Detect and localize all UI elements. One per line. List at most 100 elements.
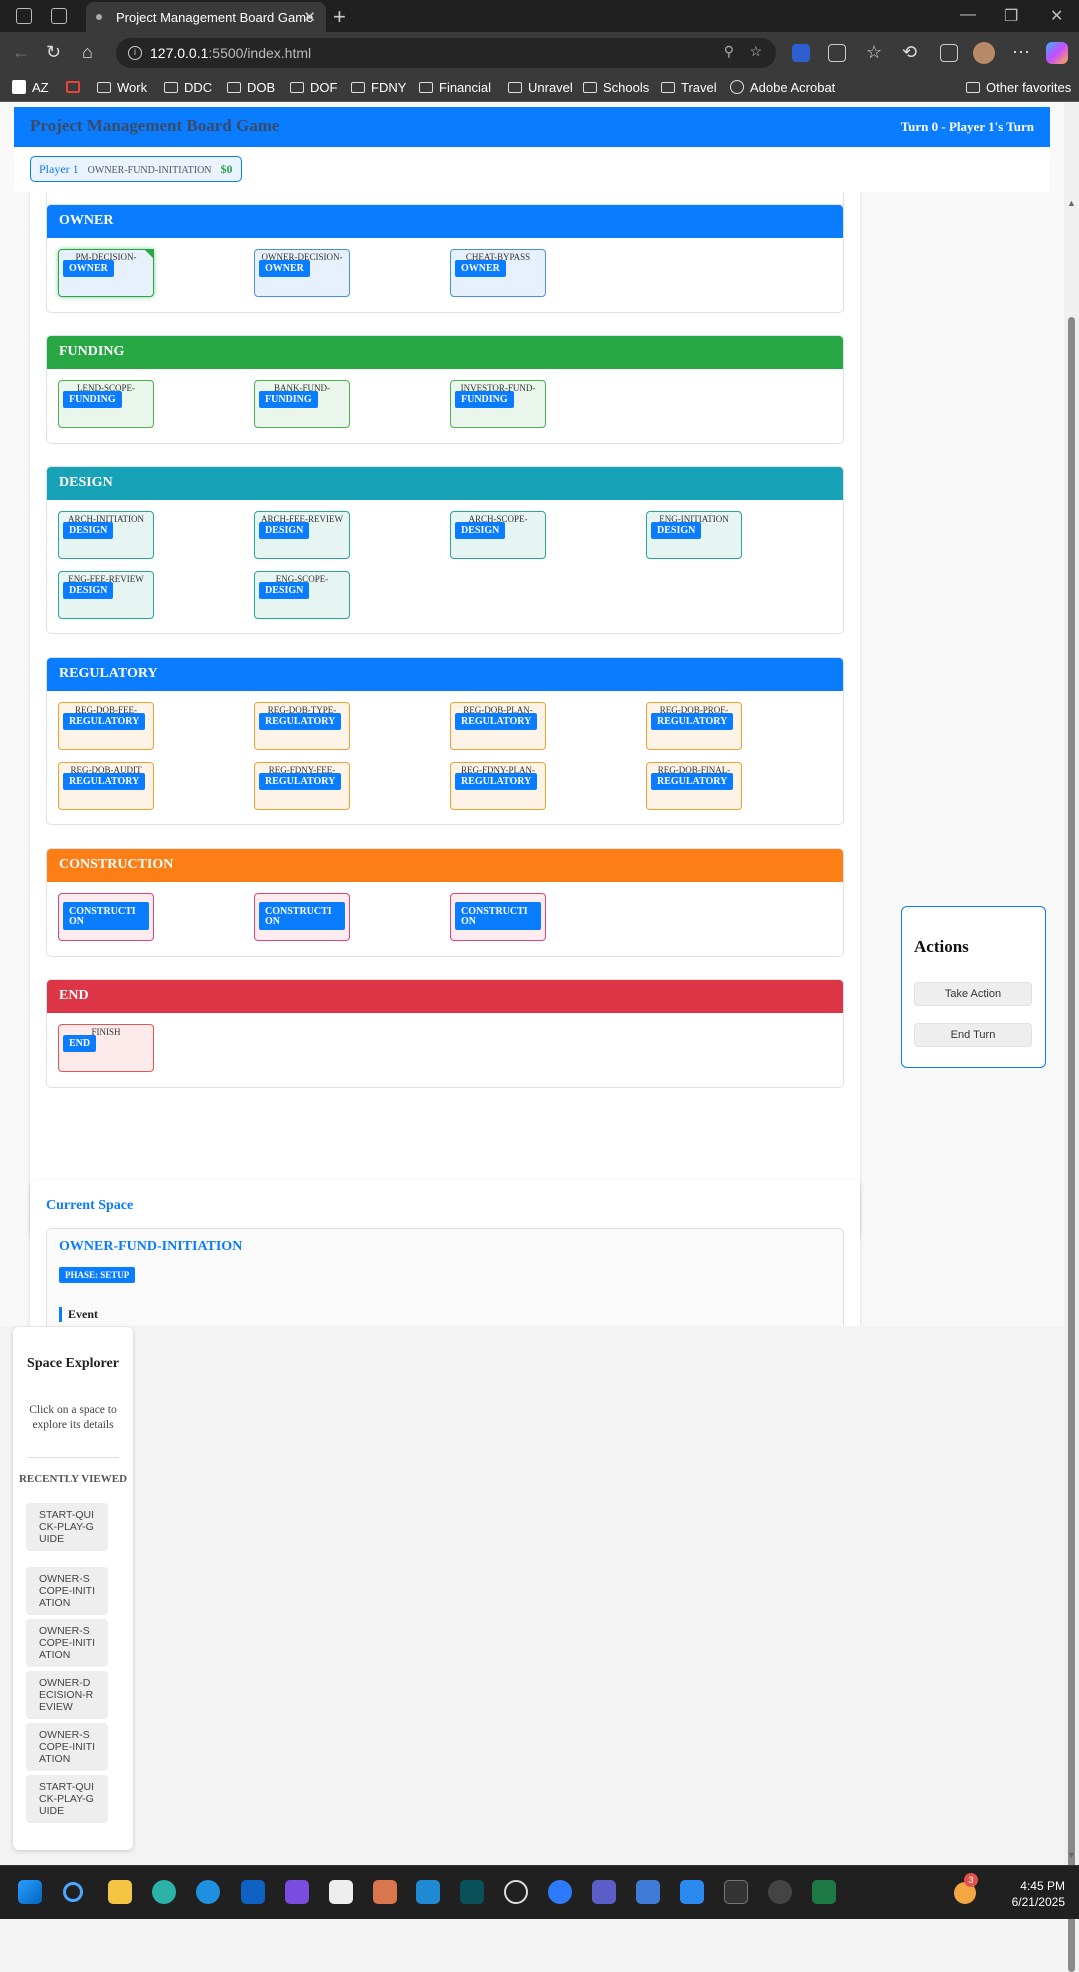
- other-favorites[interactable]: Other favorites: [966, 80, 1071, 95]
- url-host: 127.0.0.1: [150, 45, 209, 61]
- recent-space-item[interactable]: OWNER-SCOPE-INITIATION: [26, 1619, 108, 1667]
- workspaces-icon[interactable]: [16, 8, 32, 24]
- refresh-icon[interactable]: ↻: [46, 42, 61, 63]
- space-tile[interactable]: CONSTRUCTION: [58, 893, 154, 941]
- space-tile[interactable]: ARCH-SCOPE- DESIGN: [450, 511, 546, 559]
- close-window-icon[interactable]: ✕: [1050, 6, 1063, 26]
- take-action-button[interactable]: Take Action: [914, 982, 1032, 1006]
- recent-space-item[interactable]: OWNER-DECISION-REVIEW: [26, 1671, 108, 1719]
- space-tile[interactable]: REG-DOB-FEE- REGULATORY: [58, 702, 154, 750]
- claude-icon[interactable]: [373, 1880, 397, 1904]
- edge-icon[interactable]: [196, 1880, 220, 1904]
- space-tile[interactable]: FINISH END: [58, 1024, 154, 1072]
- system-clock[interactable]: 4:45 PM 6/21/2025: [1012, 1878, 1065, 1910]
- space-tile[interactable]: ARCH-INITIATION DESIGN: [58, 511, 154, 559]
- extensions-icon[interactable]: [828, 44, 846, 62]
- scroll-down-icon[interactable]: ▼: [1067, 1850, 1076, 1860]
- favorite-unravel[interactable]: Unravel: [508, 80, 573, 95]
- snipping-tool-icon[interactable]: [329, 1880, 353, 1904]
- space-tile[interactable]: ARCH-FEE-REVIEW DESIGN: [254, 511, 350, 559]
- edge-dev-icon[interactable]: [152, 1880, 176, 1904]
- scroll-thumb[interactable]: [1068, 317, 1075, 1972]
- space-tile[interactable]: INVESTOR-FUND- FUNDING: [450, 380, 546, 428]
- player-chip[interactable]: Player 1 OWNER-FUND-INITIATION $0: [30, 156, 242, 182]
- zoom-icon[interactable]: ⚲: [724, 43, 734, 60]
- space-tile[interactable]: ENG-SCOPE- DESIGN: [254, 571, 350, 619]
- space-tile[interactable]: REG-FDNY-PLAN- REGULATORY: [450, 762, 546, 810]
- favorite-adobe-acrobat[interactable]: Adobe Acrobat: [730, 80, 835, 95]
- favorite-fdny[interactable]: FDNY: [351, 80, 406, 95]
- favorite-work[interactable]: Work: [97, 80, 147, 95]
- gmail-icon[interactable]: [66, 81, 80, 93]
- browser-tab[interactable]: Project Management Board Game ✕: [86, 2, 326, 32]
- space-tile[interactable]: CONSTRUCTION: [450, 893, 546, 941]
- butterfly-icon[interactable]: [680, 1880, 704, 1904]
- favorites-icon[interactable]: ☆: [866, 42, 882, 63]
- game-board[interactable]: P OWNERPM-DECISION-OWNEROWNER-DECISION-O…: [14, 192, 1050, 1312]
- space-tile[interactable]: REG-DOB-TYPE- REGULATORY: [254, 702, 350, 750]
- space-tile[interactable]: REG-FDNY-FEE- REGULATORY: [254, 762, 350, 810]
- history-icon[interactable]: ⟲: [902, 42, 917, 63]
- scroll-up-icon[interactable]: ▲: [1067, 198, 1076, 208]
- excel-icon[interactable]: [812, 1880, 836, 1904]
- clock-date: 6/21/2025: [1011, 1895, 1065, 1909]
- space-tile[interactable]: OWNER-DECISION- OWNER: [254, 249, 350, 297]
- favorite-schools[interactable]: Schools: [583, 80, 649, 95]
- extension-shield-icon[interactable]: [792, 44, 810, 62]
- search-icon[interactable]: [63, 1882, 83, 1902]
- penguin-icon[interactable]: [768, 1880, 792, 1904]
- back-icon[interactable]: ←: [12, 42, 30, 63]
- favorite-ddc[interactable]: DDC: [164, 80, 212, 95]
- favorite-travel[interactable]: Travel: [661, 80, 717, 95]
- vscode-icon[interactable]: [416, 1880, 440, 1904]
- favorite-az[interactable]: AZ: [12, 80, 49, 95]
- minimize-icon[interactable]: —: [960, 6, 976, 24]
- app-icon[interactable]: [285, 1880, 309, 1904]
- recent-space-item[interactable]: OWNER-SCOPE-INITIATION: [26, 1723, 108, 1771]
- space-tile[interactable]: BANK-FUND- FUNDING: [254, 380, 350, 428]
- close-tab-icon[interactable]: ✕: [303, 8, 316, 26]
- address-bar[interactable]: i 127.0.0.1:5500/index.html ⚲ ☆: [116, 38, 776, 68]
- recent-space-item[interactable]: START-QUICK-PLAY-GUIDE: [26, 1775, 108, 1823]
- end-turn-button[interactable]: End Turn: [914, 1023, 1032, 1047]
- folder-icon: [164, 82, 178, 93]
- outlook-icon[interactable]: [241, 1880, 265, 1904]
- recent-space-item[interactable]: OWNER-SCOPE-INITIATION: [26, 1567, 108, 1615]
- space-tile[interactable]: CONSTRUCTION: [254, 893, 350, 941]
- file-explorer-icon[interactable]: [108, 1880, 132, 1904]
- space-tile[interactable]: REG-DOB-FINAL- REGULATORY: [646, 762, 742, 810]
- tab-actions-icon[interactable]: [51, 8, 67, 24]
- favorite-star-icon[interactable]: ☆: [749, 43, 762, 60]
- section-header: REGULATORY: [47, 658, 843, 691]
- screenshot-icon[interactable]: [940, 44, 958, 62]
- chatgpt-icon[interactable]: [504, 1880, 528, 1904]
- favorite-financial[interactable]: Financial: [419, 80, 491, 95]
- space-tile[interactable]: CHEAT-BYPASS OWNER: [450, 249, 546, 297]
- space-tile[interactable]: LEND-SCOPE- FUNDING: [58, 380, 154, 428]
- folder-app-icon[interactable]: [636, 1880, 660, 1904]
- favorite-dob[interactable]: DOB: [227, 80, 275, 95]
- more-menu-icon[interactable]: ⋯: [1012, 42, 1030, 63]
- amazon-icon: [12, 80, 26, 94]
- space-tile[interactable]: REG-DOB-PLAN- REGULATORY: [450, 702, 546, 750]
- favorite-dof[interactable]: DOF: [290, 80, 337, 95]
- recent-space-item[interactable]: START-QUICK-PLAY-GUIDE: [26, 1503, 108, 1551]
- folder-icon: [583, 82, 597, 93]
- start-icon[interactable]: [18, 1880, 42, 1904]
- copilot-icon[interactable]: [1046, 42, 1068, 64]
- page-scrollbar[interactable]: ▲ ▼: [1064, 102, 1079, 1972]
- site-info-icon[interactable]: i: [128, 46, 142, 60]
- new-tab-icon[interactable]: +: [333, 4, 346, 30]
- home-icon[interactable]: ⌂: [82, 42, 93, 63]
- teams-icon[interactable]: [592, 1880, 616, 1904]
- cursor-icon[interactable]: [460, 1880, 484, 1904]
- restore-icon[interactable]: ❐: [1004, 6, 1018, 26]
- space-tile[interactable]: ENG-INITIATION DESIGN: [646, 511, 742, 559]
- space-tile[interactable]: ENG-FEE-REVIEW DESIGN: [58, 571, 154, 619]
- space-tile[interactable]: REG-DOB-AUDIT REGULATORY: [58, 762, 154, 810]
- space-tile[interactable]: REG-DOB-PROF- REGULATORY: [646, 702, 742, 750]
- profile-avatar[interactable]: [973, 42, 995, 64]
- space-tile[interactable]: PM-DECISION- OWNER: [58, 249, 154, 297]
- terminal-icon[interactable]: [724, 1880, 748, 1904]
- messenger-icon[interactable]: [548, 1880, 572, 1904]
